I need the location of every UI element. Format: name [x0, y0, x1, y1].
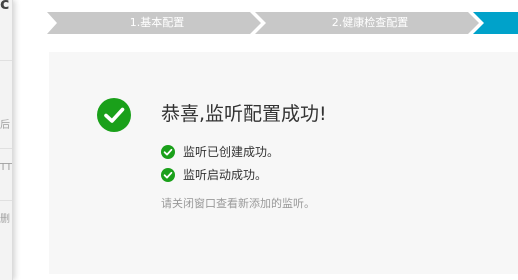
background-text-fragment: 后	[0, 120, 10, 131]
divider	[0, 148, 12, 149]
success-check-icon	[97, 98, 131, 132]
background-title-fragment: c	[0, 0, 10, 13]
check-circle-icon	[161, 168, 175, 182]
divider	[0, 60, 12, 61]
step-1-label: 1.基本配置	[129, 16, 185, 29]
dialog-page: c 后 TT 删 1.基本配置 2.健康检查配置 恭喜,监听配置成功! 监听已创…	[0, 0, 518, 280]
result-item-started: 监听启动成功。	[161, 167, 267, 183]
success-title: 恭喜,监听配置成功!	[161, 103, 327, 125]
divider	[0, 200, 12, 201]
result-item-created: 监听已创建成功。	[161, 144, 279, 160]
check-circle-icon	[161, 145, 175, 159]
background-text-fragment: 删	[0, 214, 10, 225]
close-window-hint: 请关闭窗口查看新添加的监听。	[161, 197, 315, 210]
result-item-text: 监听已创建成功。	[183, 145, 280, 159]
result-item-text: 监听启动成功。	[183, 168, 268, 182]
background-text-fragment: TT	[0, 162, 13, 173]
background-window: c 后 TT 删	[0, 0, 13, 280]
success-panel: 恭喜,监听配置成功! 监听已创建成功。 监听启动成功。 请关闭窗口查看新添加的监…	[49, 52, 518, 274]
step-2-label: 2.健康检查配置	[331, 16, 409, 29]
wizard-steps: 1.基本配置 2.健康检查配置	[47, 12, 518, 34]
step-3-label	[484, 12, 518, 34]
